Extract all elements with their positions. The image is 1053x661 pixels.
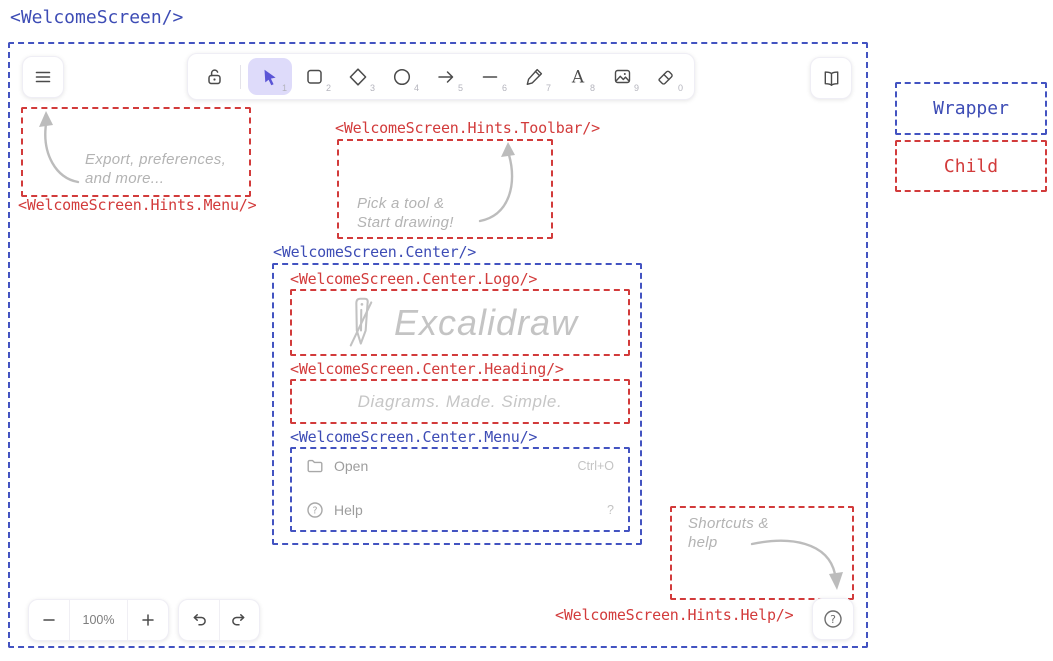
draw-pencil-icon bbox=[524, 66, 545, 87]
tool-rectangle[interactable]: 2 bbox=[292, 58, 336, 95]
tool-shortcut: 2 bbox=[326, 83, 331, 93]
zoom-level[interactable]: 100% bbox=[69, 600, 128, 640]
center-logo-box: Excalidraw bbox=[290, 289, 630, 356]
tool-ellipse[interactable]: 4 bbox=[380, 58, 424, 95]
tool-shortcut: 3 bbox=[370, 83, 375, 93]
tool-selection[interactable]: 1 bbox=[248, 58, 292, 95]
library-button[interactable] bbox=[810, 57, 852, 99]
hamburger-icon bbox=[33, 67, 53, 87]
minus-icon bbox=[41, 612, 57, 628]
tool-shortcut: 5 bbox=[458, 83, 463, 93]
toolbar: 1 2 3 4 5 6 7 A bbox=[187, 53, 695, 100]
tool-shortcut: 7 bbox=[546, 83, 551, 93]
center-logo-label: <WelcomeScreen.Center.Logo/> bbox=[290, 270, 537, 288]
toolbar-divider bbox=[240, 65, 241, 89]
lock-tool-button[interactable] bbox=[195, 58, 233, 95]
center-menu-box: Open Ctrl+O ? Help ? bbox=[290, 447, 630, 532]
center-label: <WelcomeScreen.Center/> bbox=[273, 243, 476, 261]
help-circle-icon: ? bbox=[306, 501, 324, 519]
legend-wrapper-label: Wrapper bbox=[933, 98, 1009, 119]
center-menu-label: <WelcomeScreen.Center.Menu/> bbox=[290, 428, 537, 446]
line-icon bbox=[479, 66, 501, 88]
zoom-out-button[interactable] bbox=[29, 600, 69, 640]
tool-line[interactable]: 6 bbox=[468, 58, 512, 95]
menu-item-shortcut: Ctrl+O bbox=[578, 459, 614, 473]
tool-shortcut: 0 bbox=[678, 83, 683, 93]
redo-icon bbox=[230, 611, 248, 629]
center-heading-box: Diagrams. Made. Simple. bbox=[290, 379, 630, 424]
text-icon: A bbox=[567, 66, 589, 88]
legend-wrapper-box: Wrapper bbox=[895, 82, 1047, 135]
plus-icon bbox=[140, 612, 156, 628]
ellipse-icon bbox=[391, 66, 413, 88]
menu-item-label: Help bbox=[334, 502, 363, 518]
center-heading-label: <WelcomeScreen.Center.Heading/> bbox=[290, 360, 564, 378]
tool-shortcut: 8 bbox=[590, 83, 595, 93]
main-menu-button[interactable] bbox=[22, 56, 64, 98]
page-title: <WelcomeScreen/> bbox=[10, 7, 183, 28]
help-button[interactable]: ? bbox=[812, 598, 854, 640]
hints-toolbar-label: <WelcomeScreen.Hints.Toolbar/> bbox=[335, 119, 600, 137]
tool-arrow[interactable]: 5 bbox=[424, 58, 468, 95]
zoom-controls: 100% bbox=[28, 599, 169, 641]
image-icon bbox=[612, 66, 633, 87]
tool-eraser[interactable]: 0 bbox=[644, 58, 688, 95]
menu-item-label: Open bbox=[334, 458, 368, 474]
zoom-in-button[interactable] bbox=[128, 600, 168, 640]
tool-shortcut: 6 bbox=[502, 83, 507, 93]
hint-arrow-up bbox=[30, 110, 85, 188]
legend-child-label: Child bbox=[944, 156, 998, 177]
open-book-icon bbox=[821, 68, 842, 89]
question-circle-icon: ? bbox=[822, 608, 844, 630]
rectangle-icon bbox=[304, 66, 325, 87]
arrow-icon bbox=[435, 66, 457, 88]
tool-image[interactable]: 9 bbox=[600, 58, 644, 95]
tool-shortcut: 1 bbox=[282, 83, 287, 93]
tool-diamond[interactable]: 3 bbox=[336, 58, 380, 95]
center-heading-text: Diagrams. Made. Simple. bbox=[358, 392, 563, 412]
tool-text[interactable]: A 8 bbox=[556, 58, 600, 95]
hints-menu-text: Export, preferences, and more... bbox=[85, 150, 226, 188]
folder-icon bbox=[306, 457, 324, 475]
tool-shortcut: 9 bbox=[634, 83, 639, 93]
svg-text:?: ? bbox=[312, 505, 317, 516]
selection-cursor-icon bbox=[260, 67, 280, 87]
svg-text:A: A bbox=[571, 67, 585, 87]
redo-button[interactable] bbox=[219, 600, 260, 640]
menu-item-open[interactable]: Open Ctrl+O bbox=[298, 451, 622, 481]
menu-item-help[interactable]: ? Help ? bbox=[298, 495, 622, 525]
excalidraw-logo-text: Excalidraw bbox=[394, 302, 578, 344]
undo-button[interactable] bbox=[179, 600, 219, 640]
history-controls bbox=[178, 599, 260, 641]
tool-draw[interactable]: 7 bbox=[512, 58, 556, 95]
hints-help-label: <WelcomeScreen.Hints.Help/> bbox=[555, 606, 793, 624]
menu-item-shortcut: ? bbox=[607, 503, 614, 517]
hints-menu-label: <WelcomeScreen.Hints.Menu/> bbox=[18, 196, 256, 214]
tool-shortcut: 4 bbox=[414, 83, 419, 93]
hints-toolbar-text: Pick a tool & Start drawing! bbox=[357, 194, 454, 232]
eraser-icon bbox=[655, 66, 677, 88]
hint-arrow-down bbox=[740, 528, 850, 594]
hint-arrow-up bbox=[465, 141, 525, 227]
svg-text:?: ? bbox=[830, 613, 836, 626]
excalidraw-pencil-icon bbox=[342, 295, 380, 351]
diamond-icon bbox=[347, 66, 369, 88]
lock-open-icon bbox=[204, 66, 225, 87]
legend-child-box: Child bbox=[895, 140, 1047, 192]
undo-icon bbox=[190, 611, 208, 629]
